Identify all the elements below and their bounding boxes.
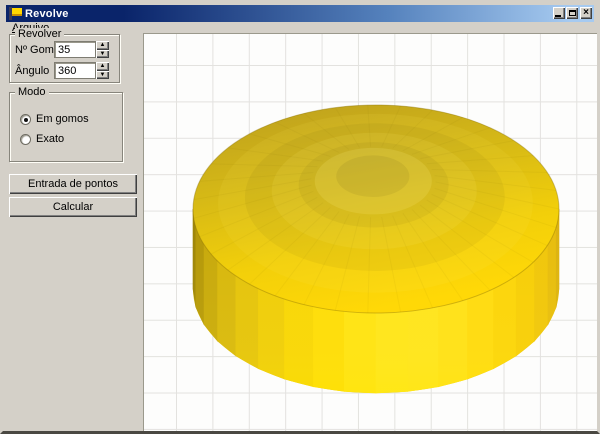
- drawing-canvas[interactable]: [143, 33, 600, 434]
- close-icon: ×: [583, 8, 589, 18]
- spinner-down-icon[interactable]: ▼: [96, 71, 109, 80]
- minimize-icon: [555, 15, 561, 17]
- sidebar: Revolver Nº Gomos ▲ ▼ Ângulo ▲ ▼ Modo: [6, 34, 143, 428]
- radio-em-gomos[interactable]: Em gomos: [20, 113, 89, 125]
- radio-icon: [20, 114, 31, 125]
- minimize-button[interactable]: [553, 7, 565, 19]
- spinner-down-icon[interactable]: ▼: [96, 50, 109, 59]
- app-icon: [9, 7, 22, 20]
- angulo-input[interactable]: [54, 62, 96, 79]
- spinner-up-icon[interactable]: ▲: [96, 41, 109, 50]
- maximize-icon: [569, 10, 576, 16]
- close-button[interactable]: ×: [580, 7, 592, 19]
- radio-icon: [20, 134, 31, 145]
- group-revolver-label: Revolver: [15, 28, 64, 41]
- entrada-de-pontos-button[interactable]: Entrada de pontos: [9, 174, 137, 194]
- window-title: Revolve: [25, 8, 69, 20]
- spinner-up-icon[interactable]: ▲: [96, 62, 109, 71]
- group-modo-label: Modo: [15, 86, 49, 99]
- app-window: Revolve × Arquivo Revolver Nº Gomos ▲ ▼: [0, 0, 600, 434]
- maximize-button[interactable]: [566, 7, 578, 19]
- group-revolver: Revolver Nº Gomos ▲ ▼ Ângulo ▲ ▼: [9, 34, 120, 83]
- radio-exato[interactable]: Exato: [20, 133, 64, 145]
- gomos-spinner: ▲ ▼: [96, 41, 109, 58]
- angulo-label: Ângulo: [15, 65, 49, 77]
- gomos-input[interactable]: [54, 41, 96, 58]
- angulo-spinner: ▲ ▼: [96, 62, 109, 79]
- field-row-gomos: Nº Gomos ▲ ▼: [10, 41, 119, 58]
- calcular-button[interactable]: Calcular: [9, 197, 137, 217]
- field-row-angulo: Ângulo ▲ ▼: [10, 62, 119, 79]
- revolved-solid-preview: [143, 33, 600, 434]
- titlebar[interactable]: Revolve ×: [6, 5, 594, 22]
- group-modo: Modo Em gomos Exato: [9, 92, 123, 162]
